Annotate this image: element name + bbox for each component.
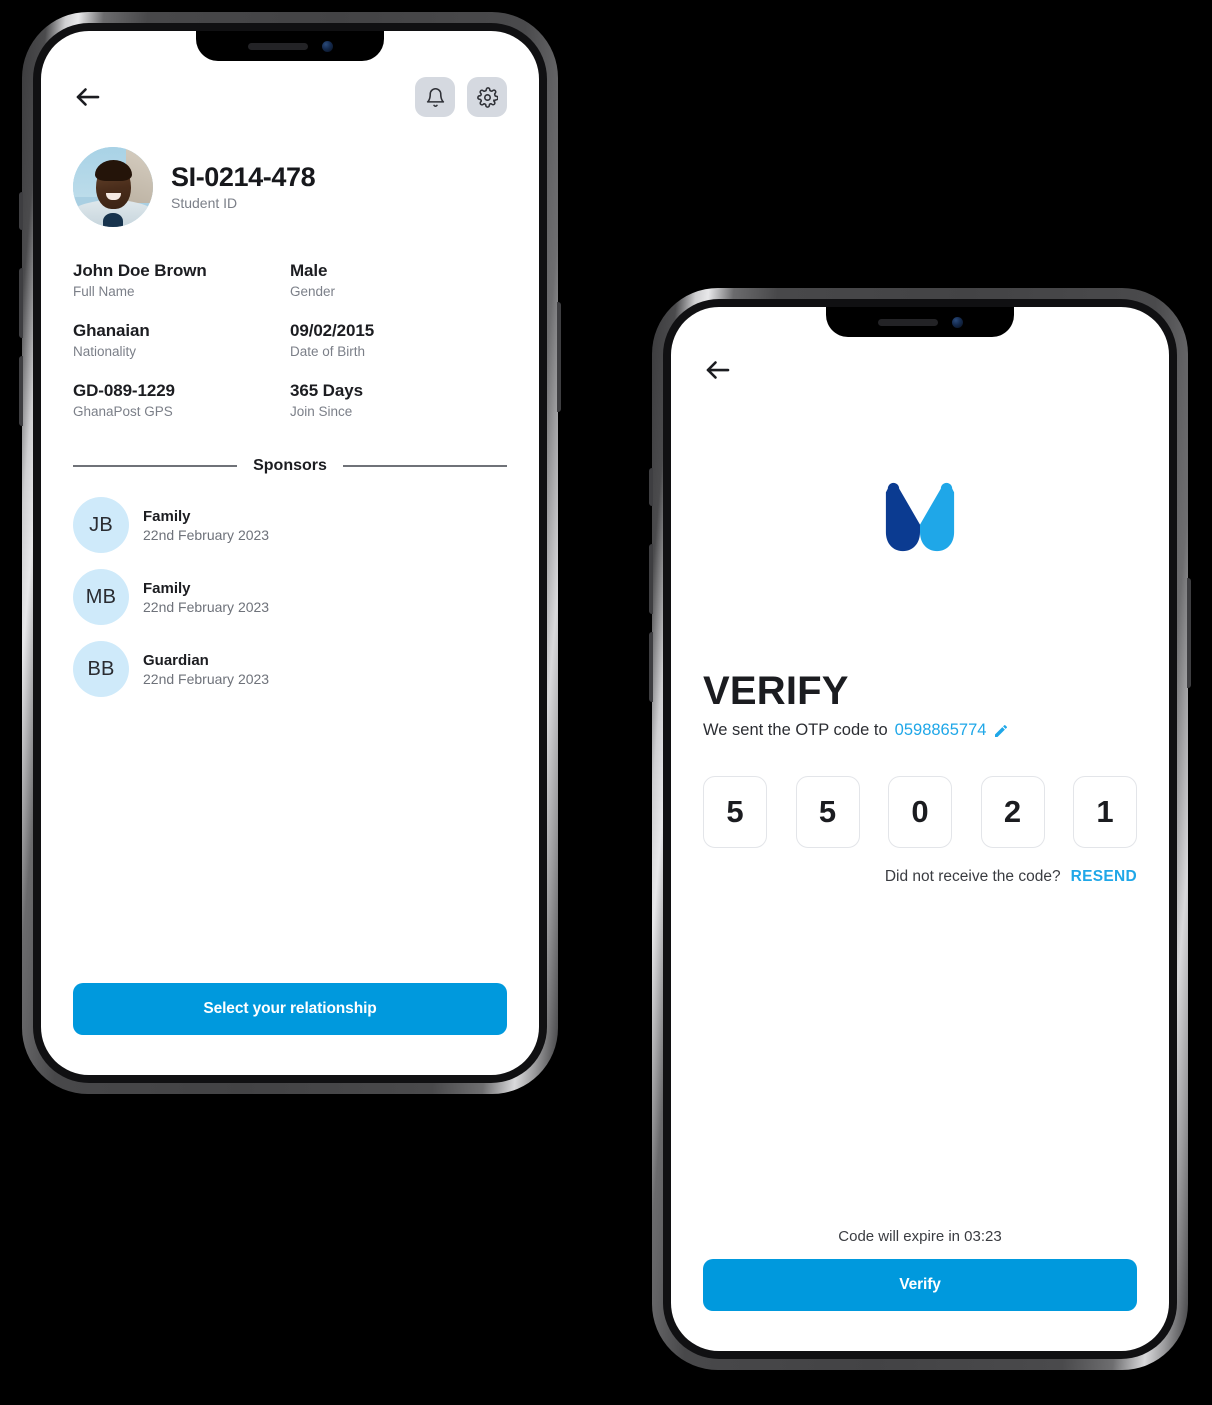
info-value: 09/02/2015 xyxy=(290,321,375,340)
info-label: GhanaPost GPS xyxy=(73,404,173,419)
sponsor-meta: Guardian 22nd February 2023 xyxy=(143,652,269,687)
phone-device-verify: VERIFY We sent the OTP code to 059886577… xyxy=(649,288,1191,1370)
topbar-actions xyxy=(415,77,507,117)
list-item[interactable]: BB Guardian 22nd February 2023 xyxy=(73,641,507,697)
earpiece-speaker xyxy=(877,318,938,326)
otp-sent-message: We sent the OTP code to 0598865774 xyxy=(703,721,1137,740)
info-label: Gender xyxy=(290,284,336,299)
student-id-label: Student ID xyxy=(171,194,238,211)
otp-sent-prefix: We sent the OTP code to xyxy=(703,721,888,739)
phone-silent-switch xyxy=(19,192,23,230)
info-join-since: 365 Days Join Since xyxy=(290,381,507,419)
phone-number-value[interactable]: 0598865774 xyxy=(895,721,987,740)
earpiece-speaker xyxy=(247,42,308,50)
pencil-icon[interactable] xyxy=(993,723,1009,739)
info-label: Nationality xyxy=(73,344,137,359)
info-value: GD-089-1229 xyxy=(73,381,175,400)
sponsors-list: JB Family 22nd February 2023 MB Family 2… xyxy=(41,475,539,697)
phone-power-button xyxy=(1187,578,1191,688)
sponsor-date: 22nd February 2023 xyxy=(143,526,270,543)
notifications-button[interactable] xyxy=(415,77,455,117)
bell-icon xyxy=(426,87,444,107)
info-value: Ghanaian xyxy=(73,321,150,340)
phone-volume-down-button xyxy=(649,632,653,702)
info-label: Join Since xyxy=(290,404,353,419)
phone-bezel: SI-0214-478 Student ID John Doe Brown Fu… xyxy=(33,23,547,1083)
avatar-initials: BB xyxy=(73,641,129,697)
student-profile-header: SI-0214-478 Student ID xyxy=(41,117,539,227)
phone-power-button xyxy=(557,302,561,412)
info-gender: Male Gender xyxy=(290,261,507,299)
student-info-grid: John Doe Brown Full Name Male Gender Gha… xyxy=(41,227,539,419)
info-label: Date of Birth xyxy=(290,344,366,359)
phone-volume-down-button xyxy=(19,356,23,426)
sponsor-relationship: Family xyxy=(143,507,191,525)
front-camera xyxy=(321,40,333,52)
phone-screen-verify: VERIFY We sent the OTP code to 059886577… xyxy=(671,307,1169,1351)
code-expiry-text: Code will expire in 03:23 xyxy=(838,1228,1002,1245)
phone-notch xyxy=(826,307,1014,337)
phone-device-profile: SI-0214-478 Student ID John Doe Brown Fu… xyxy=(19,12,561,1094)
page-title: VERIFY xyxy=(703,669,849,713)
student-id-value: SI-0214-478 xyxy=(171,162,316,193)
otp-input-row: 5 5 0 2 1 xyxy=(703,776,1137,848)
info-ghanapost-gps: GD-089-1229 GhanaPost GPS xyxy=(73,381,290,419)
sponsor-relationship: Guardian xyxy=(143,651,209,669)
info-full-name: John Doe Brown Full Name xyxy=(73,261,290,299)
butterfly-logo-icon xyxy=(885,482,955,552)
phone-notch xyxy=(196,31,384,61)
phone-screen-profile: SI-0214-478 Student ID John Doe Brown Fu… xyxy=(41,31,539,1075)
info-value: Male xyxy=(290,261,328,280)
otp-digit-1[interactable]: 5 xyxy=(703,776,767,848)
avatar-initials: MB xyxy=(73,569,129,625)
flex-spacer xyxy=(671,886,1169,1228)
sponsor-relationship: Family xyxy=(143,579,191,597)
front-camera xyxy=(951,316,963,328)
phone-volume-up-button xyxy=(649,544,653,614)
avatar-collar xyxy=(103,213,123,227)
resend-question: Did not receive the code? xyxy=(884,868,1061,885)
info-value: John Doe Brown xyxy=(73,261,207,280)
sponsor-meta: Family 22nd February 2023 xyxy=(143,580,269,615)
sponsor-date: 22nd February 2023 xyxy=(143,670,270,687)
back-arrow-icon[interactable] xyxy=(73,82,103,112)
phone-silent-switch xyxy=(649,468,653,506)
back-arrow-icon[interactable] xyxy=(703,355,733,385)
info-nationality: Ghanaian Nationality xyxy=(73,321,290,359)
sponsor-meta: Family 22nd February 2023 xyxy=(143,508,269,543)
otp-digit-2[interactable]: 5 xyxy=(795,776,860,848)
screenshot-canvas: SI-0214-478 Student ID John Doe Brown Fu… xyxy=(0,0,1212,1405)
settings-button[interactable] xyxy=(467,77,507,117)
resend-row: Did not receive the code? RESEND xyxy=(703,868,1137,886)
phone-bezel: VERIFY We sent the OTP code to 059886577… xyxy=(663,299,1177,1359)
select-relationship-button[interactable]: Select your relationship xyxy=(73,983,507,1035)
otp-digit-4[interactable]: 2 xyxy=(980,776,1045,848)
info-label: Full Name xyxy=(73,284,135,299)
sponsors-title: Sponsors xyxy=(253,457,327,474)
divider-right xyxy=(342,465,508,467)
verify-content: VERIFY We sent the OTP code to 059886577… xyxy=(671,553,1169,886)
flex-spacer xyxy=(41,697,539,983)
info-value: 365 Days xyxy=(290,381,363,400)
gear-icon xyxy=(476,86,498,108)
sponsors-section-header: Sponsors xyxy=(41,419,539,475)
student-id-block: SI-0214-478 Student ID xyxy=(171,162,316,211)
verify-button[interactable]: Verify xyxy=(703,1259,1137,1311)
app-logo xyxy=(671,481,1169,553)
phone-volume-up-button xyxy=(19,268,23,338)
sponsor-date: 22nd February 2023 xyxy=(143,598,270,615)
divider-left xyxy=(73,465,238,467)
resend-button[interactable]: RESEND xyxy=(1071,868,1137,886)
info-date-of-birth: 09/02/2015 Date of Birth xyxy=(290,321,507,359)
avatar-initials: JB xyxy=(73,497,129,553)
list-item[interactable]: JB Family 22nd February 2023 xyxy=(73,497,507,553)
otp-digit-5[interactable]: 1 xyxy=(1073,776,1137,848)
student-avatar xyxy=(73,147,153,227)
list-item[interactable]: MB Family 22nd February 2023 xyxy=(73,569,507,625)
otp-digit-3[interactable]: 0 xyxy=(888,776,952,848)
